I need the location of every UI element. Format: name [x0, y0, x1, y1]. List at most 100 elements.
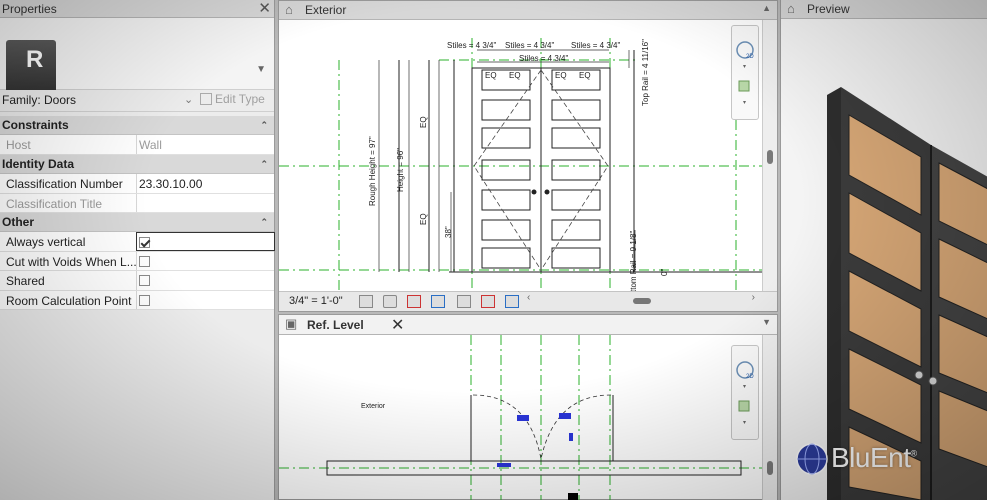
dim-stiles-center: Stiles = 4 3/4" [519, 54, 568, 63]
door-elevation [398, 50, 763, 273]
exterior-drawing-canvas[interactable]: Stiles = 4 3/4" Stiles = 4 3/4" Stiles =… [279, 20, 763, 293]
exterior-vertical-scrollbar[interactable] [762, 20, 777, 293]
collapse-icon[interactable]: ⌃ [260, 116, 268, 135]
chevron-left-icon[interactable]: ‹ [527, 292, 530, 303]
dim-eq-vertical: EQ [419, 116, 428, 128]
family-dropdown[interactable]: Family: Doors [2, 93, 76, 107]
home-icon: ⌂ [787, 1, 795, 16]
chevron-down-icon[interactable]: ▼ [256, 64, 266, 75]
svg-text:2D: 2D [746, 374, 754, 380]
property-name: Cut with Voids When L... [6, 254, 137, 269]
property-name: Host [6, 138, 31, 152]
shared-checkbox[interactable] [139, 275, 150, 286]
property-row-classification-number: Classification Number 23.30.10.00 [0, 174, 274, 194]
view-navigation-bar[interactable]: 2D ▾ ▾ [731, 25, 759, 120]
dim-rough-height: Rough Height = 97" [368, 136, 377, 206]
dim-stiles-left: Stiles = 4 3/4" [447, 41, 496, 50]
door-handle-left [531, 189, 537, 195]
type-selector[interactable]: R ▼ [0, 18, 274, 100]
collapse-icon[interactable]: ⌃ [260, 213, 268, 232]
close-icon[interactable]: ✕ [391, 315, 404, 335]
detail-level-icon[interactable] [359, 295, 373, 308]
property-value [136, 271, 275, 290]
dim-zero: 0" [660, 269, 669, 276]
exterior-view: ⌂ Exterior ▲ Stiles = 4 3/4" Stiles = 4 … [278, 0, 778, 312]
chevron-up-icon[interactable]: ▲ [762, 3, 771, 13]
dimension-lines [378, 49, 636, 272]
reference-planes [279, 38, 763, 293]
property-name: Always vertical [6, 235, 86, 249]
always-vertical-checkbox[interactable] [139, 237, 150, 248]
property-row-always-vertical: Always vertical [0, 232, 275, 252]
brand-wordmark: BluEnt® [831, 442, 917, 473]
preview-panel: ⌂ Preview [780, 0, 987, 500]
group-constraints[interactable]: Constraints ⌃ [0, 116, 274, 135]
exterior-label: Exterior [361, 403, 386, 410]
property-value [136, 232, 275, 251]
property-row-cut-with-voids: Cut with Voids When L... [0, 251, 274, 271]
ref-level-view-title: Ref. Level [307, 318, 364, 332]
room-calculation-point-checkbox[interactable] [139, 294, 150, 306]
cut-with-voids-checkbox[interactable] [139, 255, 150, 267]
properties-title-bar: Properties ✕ [0, 0, 274, 18]
property-row-classification-title: Classification Title [0, 193, 275, 213]
group-identity-data[interactable]: Identity Data ⌃ [0, 155, 274, 174]
scroll-thumb[interactable] [633, 298, 651, 304]
exterior-view-title: Exterior [305, 3, 347, 17]
edit-type-label: Edit Type [215, 92, 265, 106]
analytical-model-icon[interactable] [505, 295, 519, 308]
crop-region-icon[interactable] [481, 295, 495, 308]
property-value: Wall [136, 135, 275, 154]
exterior-view-tab[interactable]: ⌂ Exterior ▲ [279, 1, 777, 20]
view-scale[interactable]: 3/4" = 1'-0" [289, 295, 343, 307]
dim-height: Height = 96" [396, 148, 405, 192]
zoom-icon [738, 80, 750, 92]
floor-plan-icon: ▣ [285, 316, 298, 331]
chevron-down-icon[interactable]: ⌄ [184, 93, 193, 106]
group-other[interactable]: Other ⌃ [0, 213, 274, 232]
temporary-view-icon[interactable] [457, 295, 471, 308]
chevron-right-icon[interactable]: › [752, 292, 755, 303]
view-navigation-bar[interactable]: 2D ▾ ▾ [731, 345, 759, 440]
hide-isolate-icon[interactable] [407, 295, 421, 308]
exterior-horizontal-scrollbar[interactable]: ‹ › [527, 292, 759, 308]
preview-tab[interactable]: ⌂ Preview [781, 0, 987, 19]
property-value-input[interactable]: 23.30.10.00 [136, 174, 275, 193]
property-name: Room Calculation Point [6, 293, 132, 308]
ref-level-view: ▣ Ref. Level ✕ ▼ Exterior 2D ▾ ▾ [278, 314, 778, 500]
chevron-down-icon[interactable]: ▼ [762, 317, 771, 327]
property-value [136, 193, 275, 212]
reveal-hidden-icon[interactable] [431, 295, 445, 308]
preview-title: Preview [807, 2, 850, 16]
group-label: Other [2, 215, 35, 229]
edit-type-icon [200, 93, 212, 105]
property-row-host: Host Wall [0, 135, 274, 155]
properties-title: Properties [2, 2, 57, 16]
home-icon: ⌂ [285, 2, 293, 17]
close-icon[interactable]: ✕ [258, 0, 271, 18]
dim-eq: EQ [485, 71, 497, 80]
properties-panel: Properties ✕ R ▼ Family: Doors ⌄ Edit Ty… [0, 0, 275, 500]
ref-level-view-tab[interactable]: ▣ Ref. Level ✕ ▼ [279, 315, 777, 335]
family-row: Family: Doors ⌄ Edit Type [0, 90, 274, 112]
dim-38: 38" [444, 226, 453, 238]
globe-icon [796, 443, 828, 475]
door-handle [928, 376, 938, 386]
ref-level-drawing-canvas[interactable]: Exterior [279, 335, 763, 500]
svg-text:▾: ▾ [743, 420, 746, 426]
edit-type-button[interactable]: Edit Type [200, 92, 265, 106]
ref-level-vertical-scrollbar[interactable] [762, 335, 777, 500]
view-control-bar: 3/4" = 1'-0" ‹ › [279, 291, 777, 311]
dim-stiles-right: Stiles = 4 3/4" [571, 41, 620, 50]
blueent-logo: BluEnt® [795, 440, 945, 480]
visual-style-icon[interactable] [383, 295, 397, 308]
scroll-thumb[interactable] [767, 461, 773, 475]
property-value [136, 290, 275, 309]
property-row-shared: Shared [0, 271, 274, 291]
collapse-icon[interactable]: ⌃ [260, 155, 268, 174]
dimension-tags [497, 413, 573, 467]
svg-text:▾: ▾ [743, 64, 746, 70]
scroll-thumb[interactable] [767, 150, 773, 164]
door-3d-preview[interactable] [781, 19, 987, 500]
group-label: Identity Data [2, 157, 75, 171]
